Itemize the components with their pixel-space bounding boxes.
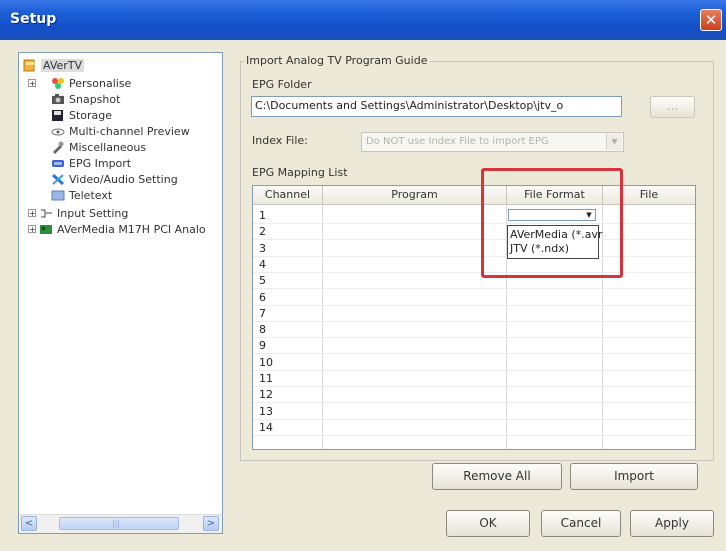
table-row-channel[interactable]: 7 [259,308,266,319]
row-divider [253,320,695,322]
row-divider [253,369,695,371]
wrench-icon [51,173,65,186]
cancel-button[interactable]: Cancel [541,510,621,537]
import-button[interactable]: Import [570,463,698,490]
epg-icon [51,157,65,170]
tree-item-label: Storage [69,109,113,122]
index-file-select[interactable]: Do NOT use Index File to import EPG ▼ [361,132,624,152]
table-row-channel[interactable]: 9 [259,340,266,351]
row-divider [253,418,695,420]
row-divider [253,288,695,290]
column-header-channel[interactable]: Channel [253,186,323,204]
tools-icon [51,141,65,154]
tree-item-label: AVerMedia M17H PCI Analo [57,223,206,236]
title-bar[interactable]: Setup ✕ [0,0,726,40]
close-button[interactable]: ✕ [700,9,722,31]
group-title: Import Analog TV Program Guide [244,54,430,67]
table-row-channel[interactable]: 1 [259,210,266,221]
mapping-list-label: EPG Mapping List [252,166,348,179]
epg-folder-label: EPG Folder [252,78,312,91]
table-row-channel[interactable]: 14 [259,422,273,433]
table-row-channel[interactable]: 6 [259,292,266,303]
expand-input-setting-icon[interactable]: + [28,209,36,218]
table-row-channel[interactable]: 10 [259,357,273,368]
table-row-channel[interactable]: 8 [259,324,266,335]
teletext-icon [51,189,65,202]
avertv-icon [23,59,37,72]
camera-icon [51,93,65,106]
tree-horizontal-scrollbar[interactable]: < ||| > [19,514,222,533]
setup-window: Setup ✕ AVerTV + Personalise Snapshot St… [0,0,726,551]
row-divider [253,223,695,224]
red-highlight-box [481,168,623,278]
ok-button[interactable]: OK [446,510,530,537]
grid-header: Channel Program File Format File [253,186,695,205]
scroll-thumb-grip: ||| [112,519,121,528]
personalise-icon [51,77,65,90]
row-divider [253,386,695,387]
column-header-program[interactable]: Program [323,186,507,204]
tree-item-label: Personalise [69,77,132,90]
index-file-value: Do NOT use Index File to import EPG [366,136,549,147]
browse-button[interactable]: ... [650,96,695,118]
card-icon [39,223,53,236]
expand-personalise-icon[interactable]: + [28,79,36,88]
input-icon [39,207,53,220]
table-row-channel[interactable]: 3 [259,243,266,254]
table-row-channel[interactable]: 2 [259,226,266,237]
tree-item-label: Miscellaneous [69,141,147,154]
table-row-channel[interactable]: 4 [259,259,266,270]
settings-tree[interactable]: AVerTV + Personalise Snapshot Storage Mu… [18,52,223,534]
tree-item-label: Snapshot [69,93,121,106]
index-file-label: Index File: [252,134,308,147]
apply-button[interactable]: Apply [630,510,714,537]
row-divider [253,434,695,436]
expand-card-icon[interactable]: + [28,225,36,234]
chevron-down-icon[interactable]: ▼ [606,134,622,150]
scroll-thumb[interactable]: ||| [59,517,179,530]
tree-item-label: Teletext [69,189,113,202]
table-row-channel[interactable]: 5 [259,275,266,286]
table-row-channel[interactable]: 13 [259,406,273,417]
scroll-left-button[interactable]: < [21,516,37,531]
epg-mapping-grid[interactable]: Channel Program File Format File 1234567… [252,185,696,450]
tree-item-label: Multi-channel Preview [69,125,190,138]
table-row-channel[interactable]: 11 [259,373,273,384]
row-divider [253,402,695,404]
eye-icon [51,125,65,138]
epg-folder-input[interactable]: C:\Documents and Settings\Administrator\… [251,96,622,117]
row-divider [253,337,695,339]
row-divider [253,304,695,306]
tree-item-label: EPG Import [69,157,132,170]
tree-item-label: Input Setting [57,207,129,220]
table-row-channel[interactable]: 12 [259,389,273,400]
tree-root-label: AVerTV [41,59,85,72]
disk-icon [51,109,65,122]
row-divider [253,239,695,241]
scroll-right-button[interactable]: > [203,516,219,531]
row-divider [253,271,695,273]
row-divider [253,255,695,257]
remove-all-button[interactable]: Remove All [432,463,562,490]
column-divider [322,204,323,449]
window-title: Setup [10,11,57,27]
row-divider [253,353,695,355]
tree-item-label: Video/Audio Setting [69,173,178,186]
